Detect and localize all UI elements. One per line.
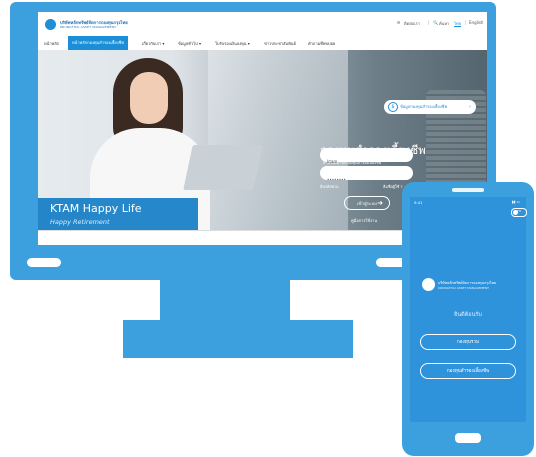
monitor-neck [160, 280, 290, 322]
nav-news[interactable]: ข่าวประชาสัมพันธ์ [264, 39, 296, 49]
nav-about[interactable]: เกี่ยวกับเรา ▾ [142, 39, 164, 49]
status-time: 9:41 [414, 200, 423, 205]
nav-certificate[interactable]: ใบรับรองเงินลงทุน ▾ [215, 39, 250, 49]
phone-speaker [452, 188, 484, 192]
contact-icon[interactable]: ✉ [397, 20, 400, 25]
battery-icon: ▮▮ ▭ [511, 200, 520, 204]
hero-subtitle: Happy Retirement [50, 218, 110, 226]
search-link[interactable]: ค้นหา [439, 20, 449, 27]
hero-title: KTAM Happy Life [50, 202, 142, 215]
password-field-wrap [320, 166, 413, 187]
logo-text-en: KRUNGTHAI ASSET MANAGEMENT [60, 25, 117, 29]
monitor-base [123, 320, 353, 358]
fund-info-button[interactable]: $ ข้อมูลกองทุนสำรองเลี้ยงชีพ › [384, 100, 476, 114]
nav-home[interactable]: หน้าหลัก [44, 39, 59, 49]
welcome-text: ยินดีต้อนรับ [454, 312, 482, 318]
nav-general-info-label: ข้อมูลทั่วไป [178, 41, 198, 46]
language-toggle-label: TH [517, 209, 522, 213]
laptop-image [183, 145, 263, 190]
contact-link[interactable]: ติดต่อเรา [404, 20, 420, 27]
info-icon: $ [388, 102, 398, 112]
nav-general-info[interactable]: ข้อมูลทั่วไป ▾ [178, 39, 201, 49]
chevron-down-icon: ▾ [247, 41, 250, 46]
lang-en-link[interactable]: English [469, 20, 483, 25]
chevron-down-icon: ▾ [198, 41, 201, 46]
username-field-wrap [320, 148, 413, 169]
phone-logo-text-en: KRUNGTHAI ASSET MANAGEMENT [438, 286, 489, 290]
fund-info-label: ข้อมูลกองทุนสำรองเลี้ยงชีพ [400, 104, 448, 109]
provident-fund-button[interactable]: กองทุนสำรองเลี้ยงชีพ [420, 363, 516, 379]
forgot-username-link[interactable]: ลืมชื่อผู้ใช้ ? [383, 184, 403, 190]
chevron-down-icon: ▾ [162, 41, 165, 46]
phone-home-button[interactable] [455, 433, 481, 443]
monitor-indicator-left [27, 258, 61, 267]
background-window [208, 50, 348, 230]
mobile-phone: 9:41 ▮▮ ▭ TH บริษัทหลักทรัพย์จัดการกองทุ… [402, 182, 534, 456]
nav-pvd-home[interactable]: หน้าหลักกองทุนสำรองเลี้ยงชีพ [68, 36, 128, 50]
arrow-right-icon: ➜ [377, 199, 383, 207]
site-header: บริษัทหลักทรัพย์จัดการกองทุนกรุงไทย KRUN… [38, 12, 487, 36]
search-icon[interactable]: 🔍 [433, 20, 438, 25]
forgot-password-link[interactable]: ลืมรหัสผ่าน [320, 184, 339, 190]
mutual-fund-button[interactable]: กองทุนรวม [420, 334, 516, 350]
user-guide-link[interactable]: คู่มือการใช้งาน [351, 217, 377, 224]
hero-person-face [130, 72, 168, 124]
ktam-logo-icon [45, 19, 56, 30]
nav-faq[interactable]: คำถามที่พบบ่อย [308, 39, 335, 49]
nav-certificate-label: ใบรับรองเงินลงทุน [215, 41, 247, 46]
login-button[interactable]: เข้าสู่ระบบ ➜ [344, 196, 390, 210]
chevron-right-icon: › [469, 104, 471, 110]
phone-screen: 9:41 ▮▮ ▭ TH บริษัทหลักทรัพย์จัดการกองทุ… [410, 197, 527, 422]
divider: | [428, 20, 430, 25]
nav-about-label: เกี่ยวกับเรา [142, 41, 162, 46]
lang-th-link[interactable]: ไทย [454, 20, 461, 27]
ktam-logo-icon [422, 278, 435, 291]
main-nav: หน้าหลัก หน้าหลักกองทุนสำรองเลี้ยงชีพ เก… [38, 36, 487, 51]
lang-divider: | [465, 20, 467, 25]
login-button-label: เข้าสู่ระบบ [357, 201, 377, 207]
